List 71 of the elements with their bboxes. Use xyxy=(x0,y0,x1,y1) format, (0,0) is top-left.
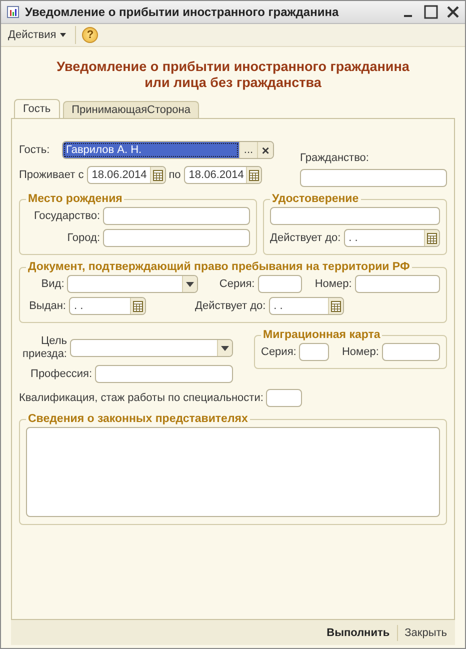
calendar-icon xyxy=(152,170,163,180)
field-label: Вид: xyxy=(40,278,64,290)
dropdown-field[interactable] xyxy=(67,275,198,293)
tab[interactable]: Гость xyxy=(14,99,60,118)
calendar-button[interactable] xyxy=(150,167,165,183)
dropdown-field[interactable] xyxy=(70,339,233,357)
field-label: Номер: xyxy=(342,346,379,358)
field-label: Действует до: xyxy=(195,300,266,312)
text-field[interactable] xyxy=(95,365,233,383)
field-label: Цель приезда: xyxy=(22,335,67,361)
field-label: Серия: xyxy=(261,346,296,358)
field-label: Квалификация, стаж работы по специальности: xyxy=(19,392,264,404)
text-field[interactable] xyxy=(299,343,329,361)
calendar-icon xyxy=(427,232,437,244)
form-heading: Уведомление о прибытии иностранного гражданина xyxy=(56,59,410,75)
close-icon[interactable] xyxy=(447,6,459,18)
calendar-button[interactable] xyxy=(130,298,145,314)
calendar-icon xyxy=(248,170,259,180)
text-field[interactable] xyxy=(103,207,250,225)
field-label: Государство: xyxy=(34,210,100,222)
group-title: Место рождения xyxy=(27,193,124,205)
caret-icon xyxy=(60,33,66,37)
caret-icon xyxy=(186,282,194,286)
dropdown-button[interactable] xyxy=(217,340,232,356)
field-label: Профессия: xyxy=(30,368,92,380)
text-field[interactable] xyxy=(266,389,302,407)
field-label: Действует до: xyxy=(270,232,341,244)
help-button[interactable]: ? xyxy=(82,27,98,43)
field-label: Выдан: xyxy=(28,300,66,312)
text-field[interactable] xyxy=(103,229,250,247)
date-field[interactable]: . . xyxy=(69,297,146,315)
text-area[interactable] xyxy=(26,427,440,517)
dialog-button[interactable]: Закрыть xyxy=(402,624,449,640)
guest-field[interactable]: Гаврилов А. Н. ... × xyxy=(62,141,274,159)
field-label: Серия: xyxy=(219,278,255,290)
text-field[interactable] xyxy=(258,275,302,293)
dropdown-button[interactable] xyxy=(182,276,198,292)
text-field[interactable] xyxy=(300,169,447,187)
field-label: Номер: xyxy=(314,278,352,290)
text-field[interactable] xyxy=(382,343,440,361)
group-title: Удостоверение xyxy=(271,193,360,205)
window-title: Уведомление о прибытии иностранного гражданина xyxy=(25,5,340,19)
text-field[interactable] xyxy=(354,275,440,293)
calendar-icon xyxy=(330,300,341,312)
clear-button[interactable]: × xyxy=(257,142,273,158)
tab[interactable]: ПринимающаяСторона xyxy=(62,101,200,118)
group-title: Сведения о законных представителях xyxy=(27,413,249,425)
form-heading: или лица без гражданства xyxy=(144,75,322,91)
field-label: по xyxy=(168,169,181,181)
date-field[interactable]: . . xyxy=(268,297,344,315)
group-title: Миграционная карта xyxy=(262,329,382,341)
calendar-button[interactable] xyxy=(424,230,439,246)
dialog-button[interactable]: Выполнить xyxy=(324,624,392,640)
maximize-icon[interactable] xyxy=(424,5,438,19)
calendar-button[interactable] xyxy=(246,167,261,183)
field-label: Гость: xyxy=(19,144,51,156)
calendar-button[interactable] xyxy=(328,298,343,314)
date-field[interactable]: 18.06.2014 xyxy=(86,166,166,184)
field-label: Город: xyxy=(67,232,100,244)
date-field[interactable]: . . xyxy=(344,229,440,247)
select-button[interactable]: ... xyxy=(239,142,257,158)
caret-icon xyxy=(221,346,229,350)
guest-value: Гаврилов А. Н. xyxy=(63,142,239,158)
app-icon xyxy=(7,6,19,18)
text-field[interactable] xyxy=(270,207,440,225)
actions-menu[interactable]: Действия xyxy=(5,27,70,43)
date-field[interactable]: 18.06.2014 xyxy=(184,166,262,184)
field-label: Проживает с xyxy=(19,169,84,181)
group-title: Документ, подтверждающий право пребывания на территории РФ xyxy=(27,261,411,273)
calendar-icon xyxy=(133,300,143,312)
field-label: Гражданство: xyxy=(300,152,370,164)
